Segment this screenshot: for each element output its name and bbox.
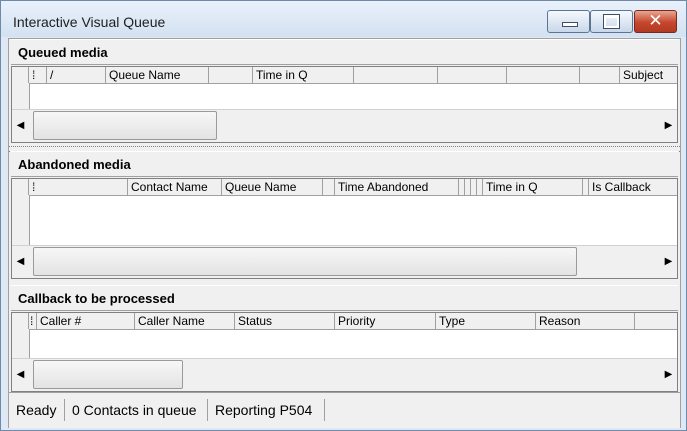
status-ready: Ready [9,399,65,421]
abandoned-media-header: Abandoned media [11,151,678,177]
abandoned-media-title: Abandoned media [18,157,131,172]
scroll-right-icon[interactable]: ▶ [660,246,677,278]
callback-title: Callback to be processed [18,291,175,306]
col-reason[interactable]: Reason [536,313,635,329]
callback-section: Callback to be processed ⁞ Caller # Call… [9,285,680,392]
minimize-button[interactable] [547,10,590,33]
row-selector-header [12,179,29,195]
col-priority[interactable]: Priority [335,313,436,329]
scroll-left-icon[interactable]: ◀ [12,110,29,142]
col-blank[interactable] [438,67,507,83]
main-content: Queued media ⁞ / Queue Name Time in Q Su… [8,38,681,428]
col-subject[interactable]: Subject [620,67,677,83]
scroll-thumb[interactable] [33,360,183,389]
maximize-icon [603,14,620,29]
queued-media-grid[interactable]: ⁞ / Queue Name Time in Q Subject ◀ ▶ [11,66,678,143]
abandoned-media-grid[interactable]: ⁞ Contact Name Queue Name Time Abandoned… [11,178,678,279]
row-selector-column [12,329,30,361]
maximize-button[interactable] [590,10,633,33]
close-button[interactable]: ✕ [634,10,677,33]
abandoned-grid-header: ⁞ Contact Name Queue Name Time Abandoned… [12,179,677,196]
close-icon: ✕ [648,11,663,31]
col-blank[interactable] [354,67,438,83]
col-caller-name[interactable]: Caller Name [135,313,235,329]
col-blank[interactable] [635,313,677,329]
column-chooser-icon[interactable]: ⁞ [29,313,37,329]
scroll-right-icon[interactable]: ▶ [660,359,677,391]
col-time-abandoned[interactable]: Time Abandoned [335,179,459,195]
scroll-thumb[interactable] [33,111,217,140]
status-contacts-count: 0 Contacts in queue [65,399,208,421]
status-bar: Ready 0 Contacts in queue Reporting P504 [9,392,680,428]
row-selector-header [12,67,29,83]
col-caller-number[interactable]: Caller # [37,313,135,329]
col-sort[interactable]: / [47,67,106,83]
col-blank[interactable] [507,67,580,83]
status-reporting: Reporting P504 [208,399,325,421]
col-status[interactable]: Status [235,313,335,329]
callback-header: Callback to be processed [11,285,678,311]
window-title: Interactive Visual Queue [13,14,166,30]
scroll-right-icon[interactable]: ▶ [660,110,677,142]
row-selector-column [12,83,30,112]
scroll-left-icon[interactable]: ◀ [12,246,29,278]
row-selector-column [12,195,30,248]
abandoned-media-section: Abandoned media ⁞ Contact Name Queue Nam… [9,151,680,283]
queued-hscrollbar[interactable]: ◀ ▶ [12,109,677,142]
queued-media-header: Queued media [11,39,678,65]
col-blank[interactable] [580,67,620,83]
col-queue-name[interactable]: Queue Name [222,179,323,195]
column-chooser-icon[interactable]: ⁞ [29,67,47,83]
col-time-in-q[interactable]: Time in Q [483,179,583,195]
col-blank[interactable] [323,179,335,195]
col-contact-name[interactable]: Contact Name [128,179,222,195]
callback-grid-header: ⁞ Caller # Caller Name Status Priority T… [12,313,677,330]
col-type[interactable]: Type [436,313,536,329]
title-bar[interactable]: Interactive Visual Queue ✕ [1,1,686,37]
queued-grid-header: ⁞ / Queue Name Time in Q Subject [12,67,677,84]
col-blank[interactable] [209,67,253,83]
column-chooser-icon[interactable]: ⁞ [29,179,128,195]
minimize-icon [562,22,578,27]
col-time-in-q[interactable]: Time in Q [253,67,354,83]
scroll-thumb[interactable] [33,247,577,276]
app-window: Interactive Visual Queue ✕ Queued media … [0,0,687,431]
row-selector-header [12,313,29,329]
scroll-left-icon[interactable]: ◀ [12,359,29,391]
callback-grid[interactable]: ⁞ Caller # Caller Name Status Priority T… [11,312,678,392]
col-queue-name[interactable]: Queue Name [106,67,209,83]
queued-media-title: Queued media [18,45,108,60]
queued-media-section: Queued media ⁞ / Queue Name Time in Q Su… [9,39,680,147]
col-is-callback[interactable]: Is Callback [589,179,677,195]
abandoned-hscrollbar[interactable]: ◀ ▶ [12,245,677,278]
callback-hscrollbar[interactable]: ◀ ▶ [12,358,677,391]
